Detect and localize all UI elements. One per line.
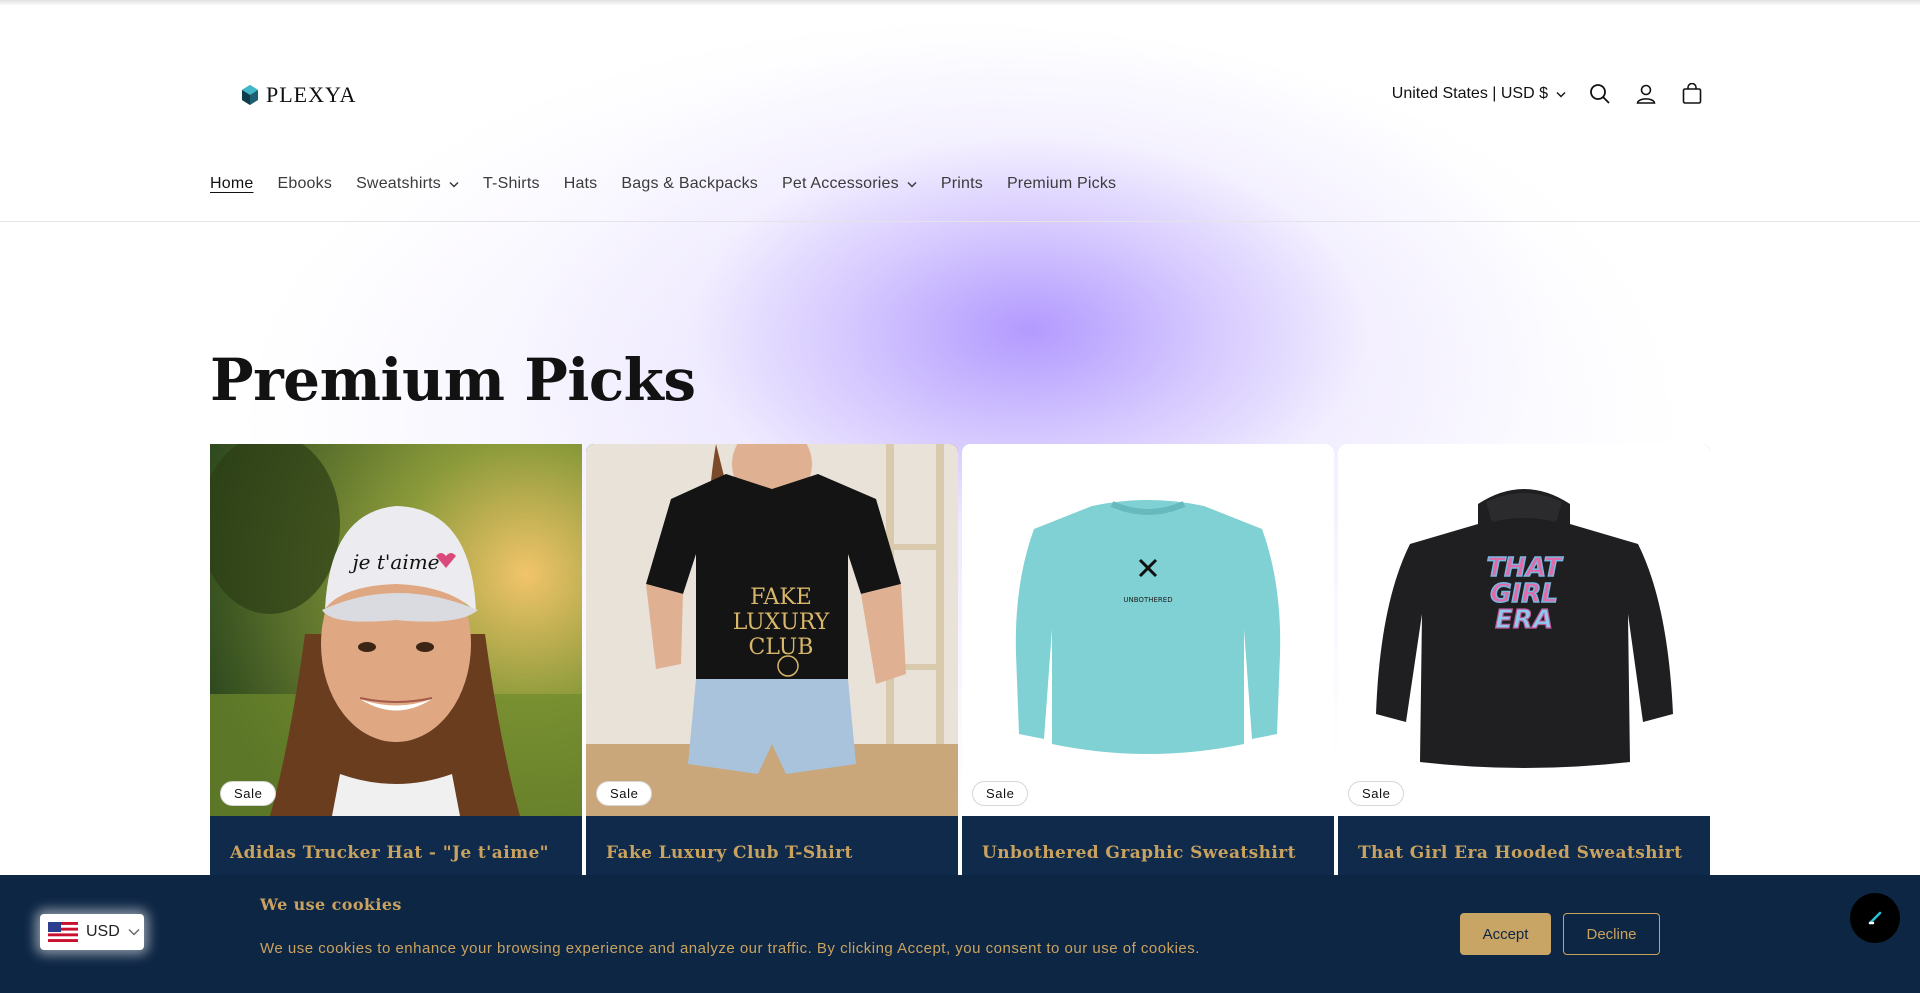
shirt-print-line: LUXURY	[733, 610, 830, 635]
nav-item-label: T-Shirts	[482, 175, 540, 192]
main-navigation: Home Ebooks Sweatshirts T-Shirts Hats Ba…	[210, 172, 1116, 196]
currency-selector[interactable]: USD	[40, 914, 144, 950]
cart-icon[interactable]	[1680, 82, 1704, 106]
chevron-down-icon	[907, 181, 917, 187]
locale-label: United States | USD $	[1391, 85, 1548, 102]
decline-cookies-button[interactable]: Decline	[1563, 913, 1660, 955]
accept-cookies-button[interactable]: Accept	[1460, 913, 1551, 955]
nav-item-pet-accessories[interactable]: Pet Accessories	[782, 175, 917, 193]
chevron-down-icon	[128, 929, 140, 936]
logo-icon	[242, 85, 258, 105]
product-title[interactable]: That Girl Era Hooded Sweatshirt	[1358, 843, 1682, 863]
chevron-down-icon	[449, 181, 459, 187]
product-card[interactable]: THAT GIRL ERA Sale That Girl Era Hooded …	[1338, 444, 1710, 904]
nav-item-hats[interactable]: Hats	[564, 175, 598, 193]
nav-item-label: Premium Picks	[1006, 175, 1117, 192]
nav-item-prints[interactable]: Prints	[941, 175, 983, 193]
nav-item-t-shirts[interactable]: T-Shirts	[483, 175, 540, 193]
currency-label: USD	[86, 923, 120, 940]
brand-logo[interactable]: PLEXYA	[240, 80, 356, 110]
section-title: Premium Picks	[210, 346, 696, 414]
nav-item-sweatshirts[interactable]: Sweatshirts	[356, 175, 459, 193]
product-card[interactable]: je t'aime Sale Adidas Trucker Hat - "Je …	[210, 444, 582, 904]
hoodie-print-line: ERA	[1495, 605, 1553, 635]
product-title[interactable]: Adidas Trucker Hat - "Je t'aime"	[230, 843, 549, 863]
sweatshirt-print-text: UNBOTHERED	[1123, 596, 1172, 604]
nav-item-bags-backpacks[interactable]: Bags & Backpacks	[621, 175, 758, 193]
product-card[interactable]: FAKE LUXURY CLUB Sale Fake Luxury Club T…	[586, 444, 958, 904]
chevron-down-icon	[1556, 91, 1566, 97]
product-card[interactable]: UNBOTHERED Sale Unbothered Graphic Sweat…	[962, 444, 1334, 904]
sale-badge: Sale	[972, 781, 1029, 806]
nav-item-label: Pet Accessories	[782, 175, 899, 192]
product-title[interactable]: Fake Luxury Club T-Shirt	[606, 843, 853, 863]
cookie-consent-banner: We use cookies We use cookies to enhance…	[0, 875, 1920, 993]
cookie-title: We use cookies	[260, 895, 402, 914]
chat-widget-button[interactable]	[1850, 893, 1900, 943]
hat-print-text: je t'aime	[348, 550, 439, 574]
site-header: PLEXYA United States | USD $ Home Ebooks…	[0, 0, 1920, 222]
sale-badge: Sale	[1348, 781, 1405, 806]
nav-item-label: Sweatshirts	[356, 175, 441, 192]
country-currency-selector[interactable]: United States | USD $	[1392, 85, 1566, 103]
search-icon[interactable]	[1588, 82, 1612, 106]
nav-item-label: Hats	[563, 175, 598, 192]
product-grid: je t'aime Sale Adidas Trucker Hat - "Je …	[210, 444, 1710, 904]
product-title[interactable]: Unbothered Graphic Sweatshirt	[982, 843, 1296, 863]
sale-badge: Sale	[596, 781, 653, 806]
brand-name: PLEXYA	[266, 82, 357, 107]
nav-item-label: Bags & Backpacks	[621, 175, 758, 192]
chat-icon	[1868, 911, 1882, 925]
sale-badge: Sale	[220, 781, 277, 806]
product-image[interactable]: FAKE LUXURY CLUB Sale	[586, 444, 958, 816]
header-actions: United States | USD $	[1392, 78, 1704, 110]
shirt-print-line: FAKE	[750, 585, 812, 610]
product-image[interactable]: UNBOTHERED Sale	[962, 444, 1334, 816]
product-image[interactable]: je t'aime Sale	[210, 444, 582, 816]
us-flag-icon	[48, 922, 78, 942]
nav-item-label: Prints	[940, 175, 983, 192]
nav-item-premium-picks[interactable]: Premium Picks	[1007, 175, 1116, 193]
cookie-message: We use cookies to enhance your browsing …	[260, 940, 1200, 957]
nav-item-home[interactable]: Home	[210, 175, 253, 193]
account-icon[interactable]	[1634, 82, 1658, 106]
shirt-print-line: CLUB	[749, 635, 814, 660]
product-image[interactable]: THAT GIRL ERA Sale	[1338, 444, 1710, 816]
nav-item-label: Ebooks	[277, 175, 333, 192]
nav-item-label: Home	[210, 175, 254, 192]
nav-item-ebooks[interactable]: Ebooks	[277, 175, 332, 193]
